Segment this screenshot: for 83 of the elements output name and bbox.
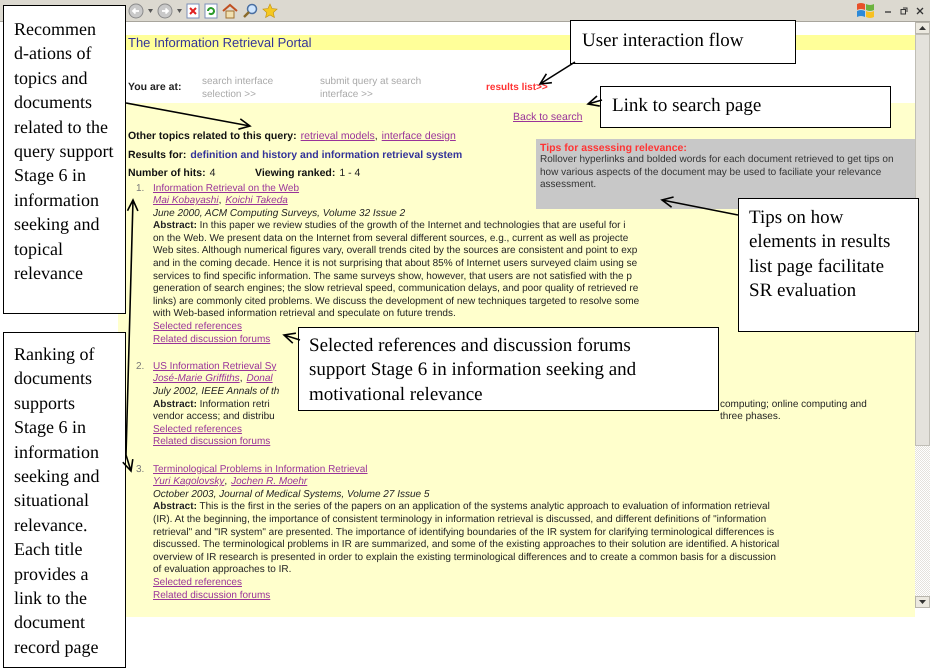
related-topics-label: Other topics related to this query: <box>128 130 297 142</box>
annotation-arrow <box>586 95 603 107</box>
author-link[interactable]: José-Marie Griffiths <box>153 373 240 386</box>
scroll-down-button[interactable] <box>915 596 930 608</box>
abstract-text: Web sites. Although numerical figures vary, overall trends cited by the sources are consistent and point to exp <box>153 245 638 258</box>
abstract-text: links) are commonly cited problems. We discuss the development of new techniques targeted to resolve some <box>153 296 640 308</box>
author-link[interactable]: Mai Kobayashi <box>153 195 219 208</box>
hits-label: Number of hits: <box>128 167 206 179</box>
forward-icon[interactable] <box>157 2 173 18</box>
abstract-text: three phases. <box>720 411 781 424</box>
stop-icon[interactable] <box>186 2 200 18</box>
search-icon[interactable] <box>242 2 258 18</box>
abstract-text: computing; online computing and <box>720 398 867 412</box>
annotation-arrow <box>282 332 301 344</box>
result-title-link[interactable]: US Information Retrieval Sy <box>153 360 276 374</box>
abstract-text: retrieval" and "IR system" are presented. The importance of identifying boundaries of the IR system for clarifying terminological differences is <box>153 526 774 540</box>
abstract-text: Abstract: In this paper we review studies of the growth of the Internet and technologies that are useful for i <box>153 220 626 233</box>
author-link[interactable]: Koichi Takeda <box>225 195 288 208</box>
result-link[interactable]: Related discussion forums <box>153 436 270 449</box>
rank-number: 2. <box>136 360 144 372</box>
author-link[interactable]: Jochen R. Moehr <box>231 476 308 489</box>
author-link[interactable]: Yuri Kagolovsky <box>153 476 224 489</box>
result-title-link[interactable]: Terminological Problems in Information Retrieval <box>153 464 368 476</box>
separator-comma: , <box>224 476 228 489</box>
caret-icon[interactable] <box>148 8 153 12</box>
result-title-link[interactable]: Information Retrieval on the Web <box>153 182 300 196</box>
author-link[interactable]: Donal <box>246 373 273 386</box>
abstract-text: discussed. The terminological problems in IR are summarized, and some of the existing approaches to their solution are identified. A historical <box>153 539 780 552</box>
viewing-label: Viewing ranked: <box>255 167 336 179</box>
result-link[interactable]: Selected references <box>153 321 242 334</box>
results-for-label: Results for: <box>128 148 186 160</box>
publication-info: July 2002, IEEE Annals of th <box>153 386 280 399</box>
tips-heading: Tips for assessing relevance: <box>540 142 688 154</box>
topic-link[interactable]: retrieval models <box>300 130 375 142</box>
scroll-thumb[interactable] <box>915 34 930 446</box>
abstract-text: services to find specific information. The same surveys show, however, that users are not satisfied with the p <box>153 270 632 284</box>
tips-text: Rollover hyperlinks and bolded words for each document retrieved to get tips on how various aspects of the document may be used to faciliate your relevance assessment. <box>540 154 895 192</box>
restore-icon[interactable] <box>900 6 908 14</box>
windows-logo-icon <box>856 2 876 19</box>
scrollbar[interactable] <box>915 22 930 608</box>
star-icon[interactable] <box>262 2 278 18</box>
abstract-text: overview of IR research is presented in order to explain the existing terminological differences and to create a common basis for a discussion <box>153 552 776 564</box>
abstract-text: with Web-based information retrieval and speculate on future trends. <box>153 308 456 322</box>
refresh-icon[interactable] <box>204 2 218 18</box>
back-icon[interactable] <box>128 2 144 18</box>
publication-info: October 2003, Journal of Medical Systems, Volume 27 Issue 5 <box>153 488 430 502</box>
down-arrow-icon <box>919 600 926 604</box>
breadcrumb-step[interactable]: results list>> <box>486 81 548 94</box>
caret-icon[interactable] <box>177 8 182 12</box>
annotation-callout: Selected references and discussion forums support Stage 6 in information seeking and motivational relevance <box>298 327 719 411</box>
annotation-callout: Ranking of documents supports Stage 6 in information seeking and situational relevance. Each title provides a link to the document record page <box>3 332 126 668</box>
result-link[interactable]: Selected references <box>153 424 242 436</box>
abstract-text: and in the coming decade. Hence it is not surprising that about 85% of Internet users surveyed claim using se <box>153 258 638 271</box>
rank-number: 3. <box>136 464 144 475</box>
publication-info: June 2000, ACM Computing Surveys, Volume 32 Issue 2 <box>153 208 406 220</box>
breadcrumb-label: You are at: <box>128 81 182 93</box>
separator-comma: , <box>240 373 242 386</box>
scroll-up-button[interactable] <box>915 22 930 34</box>
abstract-text: (IR). At the beginning, the importance of consistent terminology in information retrieval is discussed, and different definitions of "information <box>153 514 766 527</box>
close-icon[interactable] <box>916 6 924 14</box>
topic-link[interactable]: interface design <box>382 130 456 142</box>
abstract-text: Abstract: Information retri <box>153 398 270 410</box>
annotation-callout: User interaction flow <box>570 20 796 64</box>
abstract-text: generation of search engines; the slow retrieval speed, communication delays, and poor quality of retrieved re <box>153 283 638 296</box>
rank-number: 1. <box>136 182 144 194</box>
abstract-text: of evaluation approaches to IR. <box>153 564 292 577</box>
abstract-text: on the Web. We present data on the Internet from several different sources, e.g., current as well as projecte <box>153 232 628 246</box>
result-link[interactable]: Related discussion forums <box>153 334 270 346</box>
hits-value: 4 <box>210 167 216 179</box>
home-icon[interactable] <box>222 2 238 18</box>
back-to-search-link[interactable]: Back to search <box>513 111 582 123</box>
separator-comma: , <box>374 130 378 142</box>
separator-comma: , <box>218 195 222 208</box>
abstract-text: Abstract: This is the first in the series of the papers on an application of the systems analytic approach to evaluation of information retrieval <box>153 501 770 514</box>
annotation-callout: Link to search page <box>600 86 891 128</box>
result-link[interactable]: Related discussion forums <box>153 590 270 602</box>
annotation-callout: Tips on how elements in results list page facilitate SR evaluation <box>738 198 919 332</box>
annotation-callout: Recommen d-ations of topics and documents related to the query support Stage 6 in information seeking and topical relevance <box>3 5 126 314</box>
up-arrow-icon <box>919 26 926 30</box>
query-text: definition and history and information retrieval system <box>190 148 462 160</box>
result-link[interactable]: Selected references <box>153 576 242 590</box>
viewing-value: 1 - 4 <box>339 167 360 179</box>
abstract-text: vendor access; and distribu <box>153 411 275 422</box>
